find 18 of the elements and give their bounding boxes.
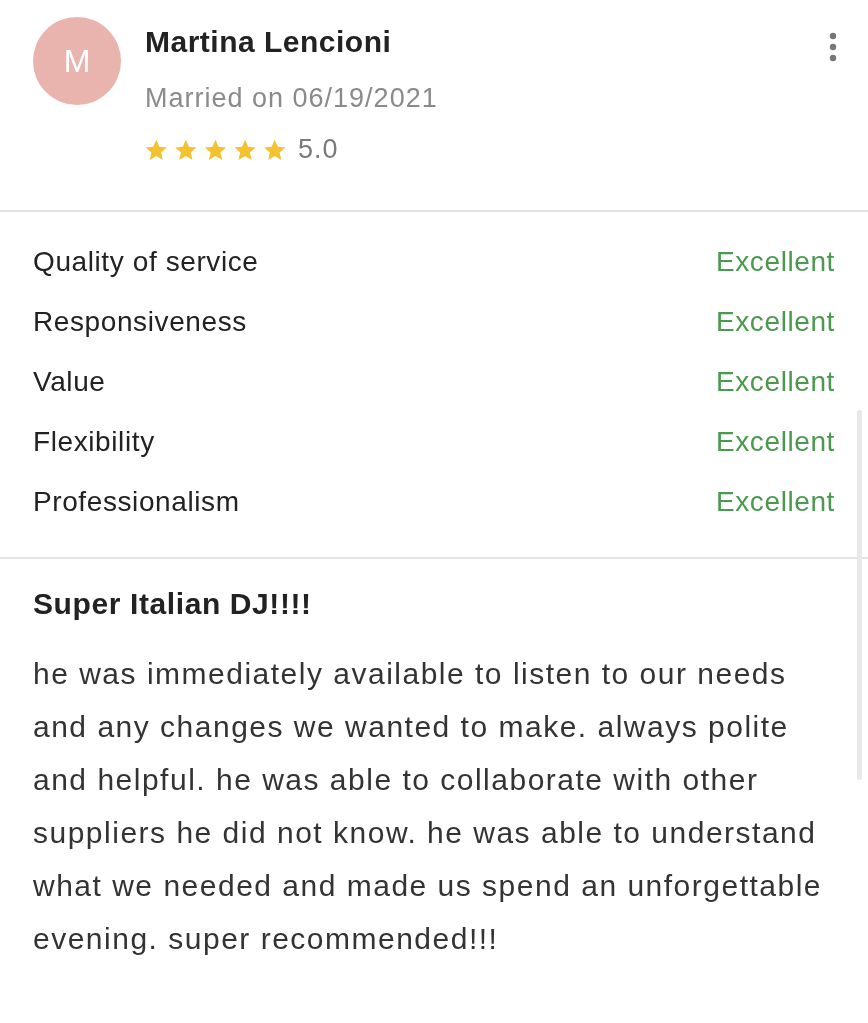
review-text: he was immediately available to listen to our needs and any changes we wanted to make. always polite and helpful. he was able to collaborate with other suppliers he did not know. he was able to understand what we needed and made us spend an unforgettable evening. super recommended!!! [33,656,824,957]
wedding-date: Married on 06/19/2021 [145,83,438,114]
rating-value: Excellent [716,486,835,518]
rating-value: Excellent [716,426,835,458]
rating-value: Excellent [716,306,835,338]
rating-value: Excellent [716,246,835,278]
rating-label: Value [33,366,106,398]
rating-label: Professionalism [33,486,240,518]
rating-score: 5.0 [298,134,339,165]
reviewer-name: Martina Lencioni [145,25,393,59]
rating-label: Responsiveness [33,306,247,338]
more-options-icon[interactable] [828,32,838,62]
scrollbar[interactable] [857,410,862,780]
rating-label: Quality of service [33,246,259,278]
avatar: M [33,17,121,105]
review-title: Super Italian DJ!!!! [33,587,313,621]
rating-label: Flexibility [33,426,155,458]
rating-value: Excellent [716,366,835,398]
